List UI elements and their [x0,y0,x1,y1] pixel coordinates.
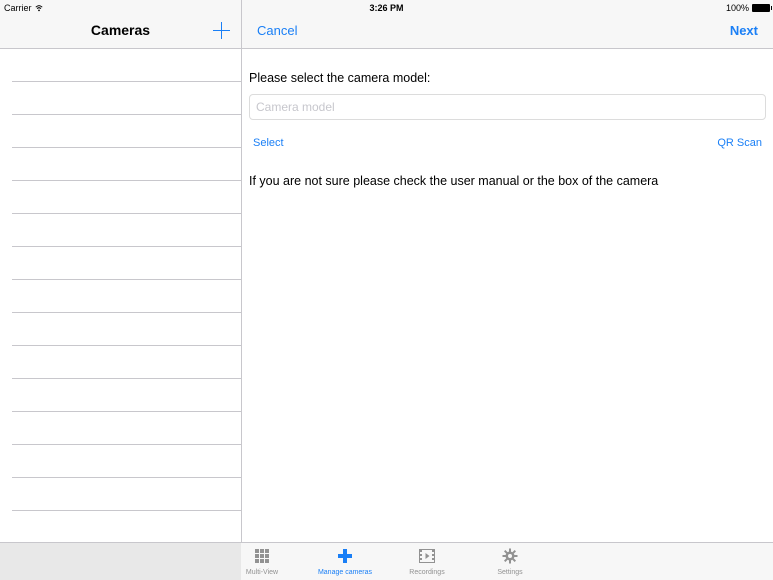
cameras-title: Cameras [90,22,151,38]
list-item [12,49,241,82]
tab-manage-cameras[interactable]: Manage cameras [309,548,381,576]
tab-settings[interactable]: Settings [474,548,546,576]
status-bar: Carrier 3:26 PM 100% [0,0,773,16]
list-item [12,148,241,181]
list-item [12,412,241,445]
battery-icon [752,4,772,12]
gear-icon [502,548,518,564]
tab-label: Recordings [409,569,445,576]
tab-multi-view[interactable]: Multi-View [226,548,298,576]
qr-scan-button[interactable]: QR Scan [717,137,762,149]
film-icon [419,549,435,563]
list-item [12,478,241,511]
plus-icon [338,549,352,563]
add-camera-plus-icon[interactable] [213,22,230,39]
camera-model-input[interactable] [249,94,766,120]
tab-label: Multi-View [245,569,279,576]
status-time: 3:26 PM [369,3,404,13]
list-item [12,214,241,247]
tab-label: Manage cameras [317,569,373,576]
tab-label: Settings [497,569,523,576]
list-item [12,82,241,115]
list-item [12,247,241,280]
tab-bar-left-area [0,543,241,580]
cameras-pane: Cameras [0,0,242,544]
help-hint: If you are not sure please check the use… [249,174,659,188]
battery-percent: 100% [725,3,749,13]
tab-bar: Multi-View Manage cameras Recordings Set… [0,542,773,580]
list-item [12,511,241,544]
add-camera-pane: Cancel Next Please select the camera mod… [242,0,773,542]
list-item [12,346,241,379]
list-item [12,280,241,313]
camera-model-prompt: Please select the camera model: [249,71,431,85]
tab-recordings[interactable]: Recordings [391,548,463,576]
list-item [12,115,241,148]
list-item [12,181,241,214]
camera-list [0,49,241,544]
status-battery-group: 100% [725,0,772,16]
grid-icon [255,549,269,563]
list-item [12,313,241,346]
select-button[interactable]: Select [253,137,284,149]
cancel-button[interactable]: Cancel [257,23,297,38]
list-item [12,379,241,412]
app-screen: Cameras Cancel Next Please select the ca… [0,0,773,580]
list-item [12,445,241,478]
next-button[interactable]: Next [730,23,758,38]
